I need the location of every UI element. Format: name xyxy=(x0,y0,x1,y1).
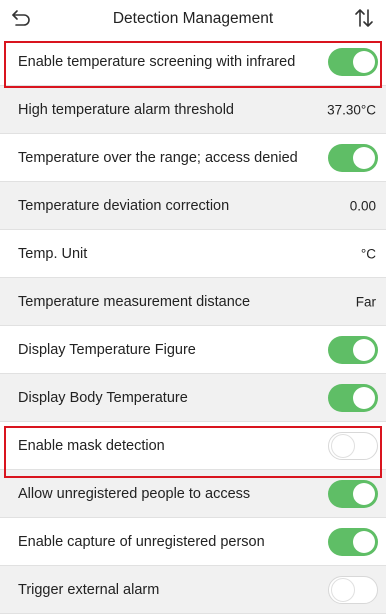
access-denied-toggle[interactable] xyxy=(328,143,378,172)
setting-label: Allow unregistered people to access xyxy=(18,485,251,502)
setting-row-mask-detection[interactable]: Enable mask detection xyxy=(0,422,386,470)
setting-value: 37.30°C xyxy=(327,102,376,117)
setting-value: °C xyxy=(360,246,376,261)
display-temp-figure-toggle[interactable] xyxy=(328,335,378,364)
sort-icon[interactable] xyxy=(352,7,376,29)
toggle-knob xyxy=(353,50,375,73)
setting-label: Temp. Unit xyxy=(18,245,88,262)
setting-value: 0.00 xyxy=(349,198,376,213)
toggle-knob xyxy=(353,338,375,361)
infrared-screening-toggle[interactable] xyxy=(328,47,378,76)
capture-unregistered-toggle[interactable] xyxy=(328,527,378,556)
setting-row-display-body-temp[interactable]: Display Body Temperature xyxy=(0,374,386,422)
setting-row-deviation-correction[interactable]: Temperature deviation correction 0.00 xyxy=(0,182,386,230)
mask-detection-toggle[interactable] xyxy=(328,431,378,460)
toggle-knob xyxy=(331,434,355,458)
setting-label: Temperature over the range; access denie… xyxy=(18,149,298,166)
toggle-knob xyxy=(353,482,375,505)
setting-label: Enable temperature screening with infrar… xyxy=(18,53,296,70)
toggle-knob xyxy=(353,146,375,169)
allow-unregistered-toggle[interactable] xyxy=(328,479,378,508)
setting-row-infrared-screening[interactable]: Enable temperature screening with infrar… xyxy=(0,38,386,86)
setting-value: Far xyxy=(355,294,376,309)
setting-row-allow-unregistered[interactable]: Allow unregistered people to access xyxy=(0,470,386,518)
external-alarm-toggle[interactable] xyxy=(328,575,378,604)
setting-row-capture-unregistered[interactable]: Enable capture of unregistered person xyxy=(0,518,386,566)
setting-row-display-temp-figure[interactable]: Display Temperature Figure xyxy=(0,326,386,374)
setting-label: Temperature deviation correction xyxy=(18,197,230,214)
page-title: Detection Management xyxy=(112,10,274,27)
toggle-knob xyxy=(353,386,375,409)
setting-row-temp-unit[interactable]: Temp. Unit °C xyxy=(0,230,386,278)
setting-row-alarm-threshold[interactable]: High temperature alarm threshold 37.30°C xyxy=(0,86,386,134)
setting-label: Trigger external alarm xyxy=(18,581,160,598)
setting-label: Enable mask detection xyxy=(18,437,165,454)
setting-row-access-denied[interactable]: Temperature over the range; access denie… xyxy=(0,134,386,182)
toggle-knob xyxy=(331,578,355,602)
setting-row-external-alarm[interactable]: Trigger external alarm xyxy=(0,566,386,614)
setting-label: Display Temperature Figure xyxy=(18,341,196,358)
settings-list: Enable temperature screening with infrar… xyxy=(0,38,386,614)
setting-label: Enable capture of unregistered person xyxy=(18,533,265,550)
setting-row-measurement-distance[interactable]: Temperature measurement distance Far xyxy=(0,278,386,326)
setting-label: Temperature measurement distance xyxy=(18,293,251,310)
display-body-temp-toggle[interactable] xyxy=(328,383,378,412)
toggle-knob xyxy=(353,530,375,553)
setting-label: High temperature alarm threshold xyxy=(18,101,234,118)
app-header: Detection Management xyxy=(0,0,386,38)
setting-label: Display Body Temperature xyxy=(18,389,188,406)
